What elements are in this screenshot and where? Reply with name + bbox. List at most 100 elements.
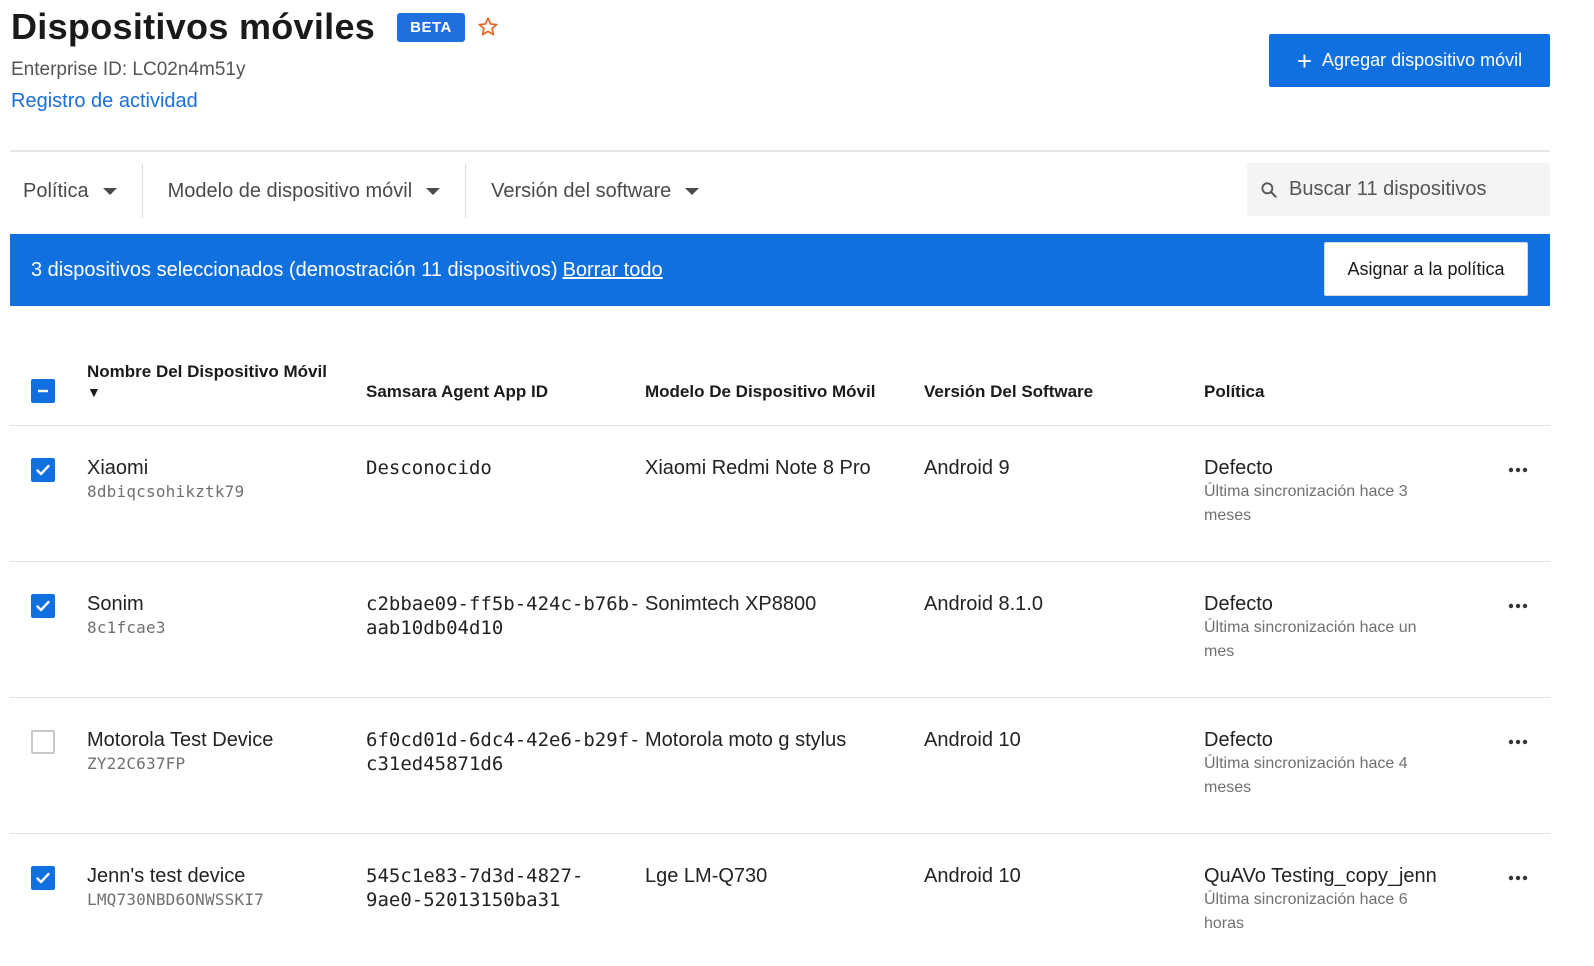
filter-device-model[interactable]: Modelo de dispositivo móvil — [155, 164, 454, 218]
caret-down-icon — [426, 187, 441, 195]
policy-name: Defecto — [1204, 593, 1273, 615]
column-header-name[interactable]: Nombre Del Dispositivo Móvil ▼ — [87, 362, 327, 402]
device-model: Lge LM-Q730 — [645, 865, 768, 887]
agent-id-line-1: Desconocido — [366, 457, 492, 479]
checkmark-icon — [36, 872, 50, 884]
title-row: Dispositivos móviles BETA — [11, 6, 499, 48]
sort-desc-icon: ▼ — [87, 384, 101, 400]
more-options-icon[interactable] — [1507, 870, 1529, 881]
table-row[interactable]: Sonim 8c1fcae3 c2bbae09-ff5b-424c-b76b- … — [10, 562, 1550, 698]
software-version: Android 9 — [924, 457, 1010, 479]
assign-to-policy-button[interactable]: Asignar a la política — [1324, 242, 1528, 296]
select-all-checkbox[interactable] — [31, 379, 55, 403]
table-row[interactable]: Xiaomi 8dbiqcsohikztk79 Desconocido Xiao… — [10, 426, 1550, 562]
caret-down-icon — [102, 187, 117, 195]
device-name-cell: Motorola Test Device ZY22C637FP — [87, 728, 273, 776]
device-serial: ZY22C637FP — [87, 754, 186, 773]
device-name-cell: Jenn's test device LMQ730NBD6ONWSSKI7 — [87, 864, 264, 912]
last-sync-line-2: mes — [1204, 643, 1235, 660]
last-sync-line-1: Última sincronización hace 3 — [1204, 483, 1408, 500]
device-serial: LMQ730NBD6ONWSSKI7 — [87, 890, 264, 909]
selection-banner: 3 dispositivos seleccionados (demostraci… — [10, 234, 1550, 306]
star-icon[interactable] — [477, 16, 499, 38]
device-name: Sonim — [87, 593, 144, 615]
column-header-agent-id[interactable]: Samsara Agent App ID — [366, 382, 548, 402]
last-sync-line-2: meses — [1204, 779, 1252, 796]
more-options-icon[interactable] — [1507, 598, 1529, 609]
page-title: Dispositivos móviles — [11, 6, 376, 47]
row-checkbox[interactable] — [31, 458, 55, 482]
last-sync-line-1: Última sincronización hace un — [1204, 619, 1417, 636]
agent-id-line-2: aab10db04d10 — [366, 617, 504, 639]
column-header-model[interactable]: Modelo De Dispositivo Móvil — [645, 382, 875, 402]
search-box — [1247, 163, 1550, 216]
selection-count-text: 3 dispositivos seleccionados (demostraci… — [31, 258, 558, 281]
row-checkbox[interactable] — [31, 594, 55, 618]
device-model: Xiaomi Redmi Note 8 Pro — [645, 457, 871, 479]
page-header: Dispositivos móviles BETA Enterprise ID:… — [0, 0, 1594, 150]
table-row[interactable]: Jenn's test device LMQ730NBD6ONWSSKI7 54… — [10, 834, 1550, 966]
device-name-cell: Sonim 8c1fcae3 — [87, 592, 166, 640]
agent-id-cell: 6f0cd01d-6dc4-42e6-b29f- c31ed45871d6 — [366, 728, 641, 776]
device-name: Xiaomi — [87, 457, 149, 479]
last-sync-line-2: meses — [1204, 507, 1252, 524]
checkmark-icon — [36, 464, 50, 476]
header-divider — [10, 150, 1550, 152]
agent-id-line-2: 9ae0-52013150ba31 — [366, 889, 561, 911]
caret-down-icon — [685, 187, 700, 195]
filter-software-version-label: Versión del software — [491, 179, 672, 202]
agent-id-line-1: 6f0cd01d-6dc4-42e6-b29f- — [366, 729, 641, 751]
table-row[interactable]: Motorola Test Device ZY22C637FP 6f0cd01d… — [10, 698, 1550, 834]
table-header: Nombre Del Dispositivo Móvil ▼ Samsara A… — [10, 340, 1550, 426]
activity-log-link[interactable]: Registro de actividad — [11, 90, 198, 113]
policy-name: Defecto — [1204, 729, 1273, 751]
agent-id-line-1: 545c1e83-7d3d-4827- — [366, 865, 584, 887]
filter-policy-label: Política — [23, 179, 89, 202]
agent-id-cell: Desconocido — [366, 456, 492, 480]
filter-separator — [465, 164, 467, 218]
enterprise-id: Enterprise ID: LC02n4m51y — [11, 59, 246, 80]
row-checkbox[interactable] — [31, 730, 55, 754]
device-serial: 8c1fcae3 — [87, 618, 166, 637]
device-name-cell: Xiaomi 8dbiqcsohikztk79 — [87, 456, 244, 504]
clear-all-link[interactable]: Borrar todo — [563, 259, 663, 282]
device-serial: 8dbiqcsohikztk79 — [87, 482, 245, 501]
search-icon — [1259, 180, 1279, 200]
policy-cell: Defecto Última sincronización hace un me… — [1204, 592, 1417, 664]
search-input[interactable] — [1289, 178, 1539, 201]
agent-id-line-2: c31ed45871d6 — [366, 753, 504, 775]
policy-name: QuAVo Testing_copy_jenn — [1204, 865, 1437, 887]
more-options-icon[interactable] — [1507, 734, 1529, 745]
last-sync-line-1: Última sincronización hace 6 — [1204, 891, 1408, 908]
column-header-policy[interactable]: Política — [1204, 382, 1264, 402]
filter-software-version[interactable]: Versión del software — [478, 164, 712, 218]
row-checkbox[interactable] — [31, 866, 55, 890]
column-header-name-label: Nombre Del Dispositivo Móvil — [87, 362, 327, 381]
agent-id-line-1: c2bbae09-ff5b-424c-b76b- — [366, 593, 641, 615]
checkmark-icon — [36, 600, 50, 612]
last-sync-line-2: horas — [1204, 915, 1245, 932]
filter-device-model-label: Modelo de dispositivo móvil — [167, 179, 413, 202]
add-mobile-device-label: Agregar dispositivo móvil — [1322, 50, 1523, 70]
device-model: Sonimtech XP8800 — [645, 593, 817, 615]
add-mobile-device-button[interactable]: + Agregar dispositivo móvil — [1269, 34, 1550, 87]
agent-id-cell: 545c1e83-7d3d-4827- 9ae0-52013150ba31 — [366, 864, 583, 912]
device-name: Motorola Test Device — [87, 729, 274, 751]
policy-cell: Defecto Última sincronización hace 4 mes… — [1204, 728, 1408, 800]
devices-table: Nombre Del Dispositivo Móvil ▼ Samsara A… — [10, 340, 1550, 966]
software-version: Android 8.1.0 — [924, 593, 1043, 615]
last-sync-line-1: Última sincronización hace 4 — [1204, 755, 1408, 772]
policy-cell: QuAVo Testing_copy_jenn Última sincroniz… — [1204, 864, 1437, 936]
device-model: Motorola moto g stylus — [645, 729, 847, 751]
software-version: Android 10 — [924, 865, 1021, 887]
column-header-software[interactable]: Versión Del Software — [924, 382, 1093, 402]
plus-icon: + — [1296, 45, 1313, 76]
table-body: Xiaomi 8dbiqcsohikztk79 Desconocido Xiao… — [10, 426, 1550, 966]
filter-policy[interactable]: Política — [10, 164, 130, 218]
policy-name: Defecto — [1204, 457, 1273, 479]
software-version: Android 10 — [924, 729, 1021, 751]
more-options-icon[interactable] — [1507, 462, 1529, 473]
filter-bar: Política Modelo de dispositivo móvil Ver… — [10, 164, 712, 218]
policy-cell: Defecto Última sincronización hace 3 mes… — [1204, 456, 1408, 528]
beta-badge: BETA — [397, 12, 465, 42]
